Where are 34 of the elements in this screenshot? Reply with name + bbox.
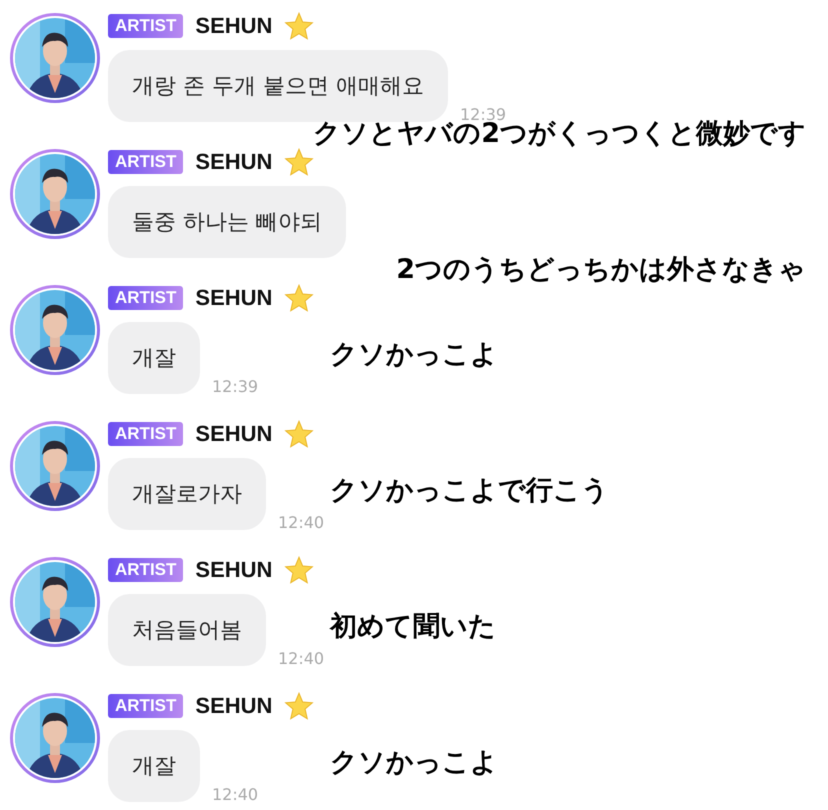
message-bubble: 개잘로가자 [108,458,266,530]
message-time: 12:40 [212,785,258,804]
message-time: 12:40 [278,649,324,668]
star-icon [284,284,314,312]
translation-caption: クソかっこよ [330,340,498,370]
artist-badge: ARTIST [108,694,184,718]
translation-caption: 初めて聞いた [330,612,496,642]
user-name: SEHUN [195,285,272,311]
translation-caption: クソとヤバの2つがくっつくと微妙です [313,119,806,149]
artist-badge: ARTIST [108,422,184,446]
star-icon [284,420,314,448]
star-icon [284,556,314,584]
star-icon [284,12,314,40]
artist-badge: ARTIST [108,558,184,582]
message-bubble: 처음들어봄 [108,594,266,666]
artist-badge: ARTIST [108,14,184,38]
user-name: SEHUN [195,149,272,175]
message-bubble: 개랑 존 두개 붙으면 애매해요 [108,50,448,122]
translation-caption: 2つのうちどっちかは外さなきゃ [396,255,806,285]
message-bubble: 개잘 [108,730,200,802]
message-bubble: 개잘 [108,322,200,394]
user-name: SEHUN [195,693,272,719]
artist-badge: ARTIST [108,150,184,174]
message-time: 12:40 [278,513,324,532]
message-bubble: 둘중 하나는 빼야되 [108,186,346,258]
user-name: SEHUN [195,13,272,39]
user-name: SEHUN [195,557,272,583]
translation-caption: クソかっこよで行こう [330,476,609,506]
translation-caption: クソかっこよ [330,748,498,778]
user-name: SEHUN [195,421,272,447]
artist-badge: ARTIST [108,286,184,310]
message-time: 12:39 [212,377,258,396]
star-icon [284,148,314,176]
star-icon [284,692,314,720]
